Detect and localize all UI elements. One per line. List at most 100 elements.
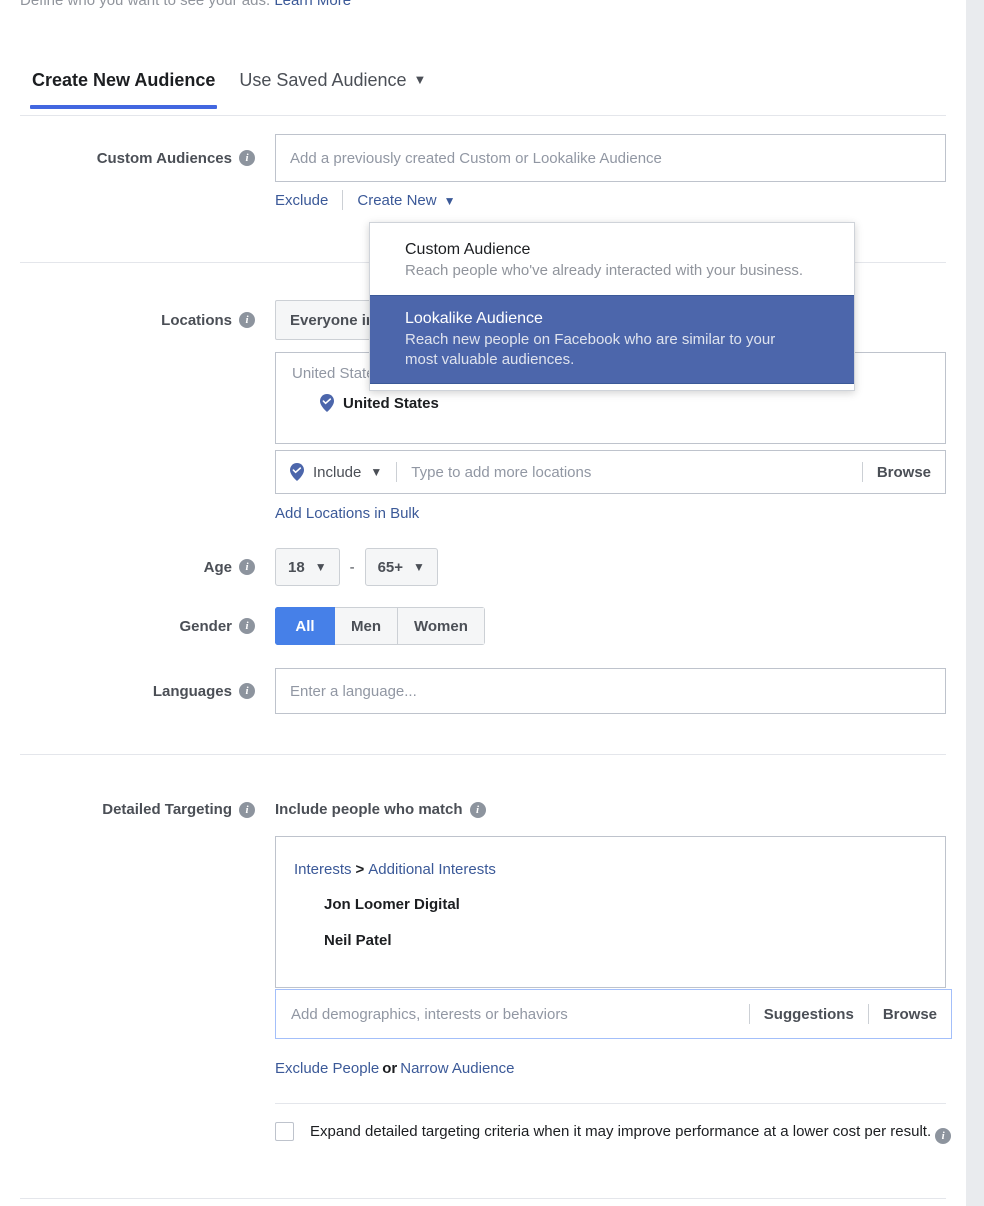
breadcrumb-separator: > [356,861,365,878]
audience-tabs: Create New Audience Use Saved Audience ▼ [20,62,946,116]
section-divider [20,754,946,755]
detailed-targeting-suggestions-button[interactable]: Suggestions [764,1006,854,1023]
chevron-down-icon: ▼ [370,465,382,479]
divider [862,462,863,482]
menu-item-custom-audience[interactable]: Custom Audience Reach people who've alre… [370,227,854,295]
detailed-targeting-label-text: Detailed Targeting [102,801,232,818]
panel-subtitle-text: Define who you want to see your ads. [20,0,270,9]
expand-targeting-description: Expand detailed targeting criteria when … [310,1120,951,1144]
gender-option-men[interactable]: Men [335,607,398,645]
divider [396,462,397,482]
gender-label-text: Gender [179,618,232,635]
links-conjunction: or [382,1060,397,1077]
age-min-value: 18 [288,559,305,576]
location-pin-icon [320,394,334,412]
section-divider [275,1103,946,1104]
detailed-targeting-search-row: Add demographics, interests or behaviors… [275,989,952,1039]
expand-targeting-row: Expand detailed targeting criteria when … [275,1120,955,1144]
info-icon[interactable]: i [239,559,255,575]
tab-use-saved-audience[interactable]: Use Saved Audience ▼ [227,62,438,109]
breadcrumb-interests[interactable]: Interests [294,861,352,878]
custom-audiences-label-text: Custom Audiences [97,150,232,167]
location-entry[interactable]: United States [292,394,929,412]
locations-include-selector[interactable]: Include ▼ [290,463,382,481]
gender-option-women-label: Women [414,618,468,635]
info-icon[interactable]: i [239,683,255,699]
gender-option-all-label: All [295,618,314,635]
create-new-audience-link[interactable]: Create New ▼ [357,192,455,209]
locations-search-input[interactable]: Type to add more locations [411,464,848,481]
age-label-text: Age [204,559,232,576]
menu-item-custom-audience-description: Reach people who've already interacted w… [405,261,805,281]
detailed-targeting-item[interactable]: Neil Patel [294,932,927,949]
custom-audiences-input[interactable]: Add a previously created Custom or Looka… [275,134,946,182]
chevron-down-icon: ▼ [444,194,456,208]
learn-more-link[interactable]: Learn More [274,0,351,9]
info-icon[interactable]: i [470,802,486,818]
menu-item-lookalike-audience-title: Lookalike Audience [405,310,834,328]
languages-row: Languages i Enter a language... [0,668,966,714]
detailed-targeting-label: Detailed Targeting i [0,801,255,818]
age-max-select[interactable]: 65+ ▼ [365,548,438,586]
languages-placeholder: Enter a language... [290,683,417,700]
menu-item-custom-audience-title: Custom Audience [405,241,834,259]
info-icon[interactable]: i [239,312,255,328]
age-label: Age i [0,548,255,586]
divider [342,190,343,210]
gender-row: Gender i All Men Women [0,607,966,645]
breadcrumb: Interests>Additional Interests [294,861,927,878]
custom-audiences-actions: Exclude Create New ▼ [275,190,455,210]
info-icon[interactable]: i [239,618,255,634]
languages-input[interactable]: Enter a language... [275,668,946,714]
breadcrumb-additional-interests[interactable]: Additional Interests [368,861,496,878]
location-entry-name: United States [343,395,439,412]
menu-item-lookalike-audience-description: Reach new people on Facebook who are sim… [405,330,805,370]
chevron-down-icon: ▼ [414,72,427,87]
chevron-down-icon: ▼ [315,560,327,574]
custom-audiences-row: Custom Audiences i Add a previously crea… [0,134,966,182]
gender-controls: All Men Women [275,607,485,645]
tab-create-new-audience[interactable]: Create New Audience [20,62,227,109]
custom-audiences-label: Custom Audiences i [0,134,255,182]
detailed-targeting-include-label: Include people who match [275,801,463,818]
age-row: Age i 18 ▼ - 65+ ▼ [0,548,966,586]
location-pin-icon [290,463,304,481]
create-new-audience-menu: Custom Audience Reach people who've alre… [369,222,855,391]
detailed-targeting-browse-button[interactable]: Browse [883,1006,937,1023]
detailed-targeting-selection-box: Interests>Additional Interests Jon Loome… [275,836,946,988]
detailed-targeting-item[interactable]: Jon Loomer Digital [294,896,927,913]
detailed-targeting-search-input[interactable]: Add demographics, interests or behaviors [291,1006,735,1023]
info-icon[interactable]: i [239,150,255,166]
locations-label-text: Locations [161,312,232,329]
locations-add-input-row: Include ▼ Type to add more locations Bro… [275,450,946,494]
age-range-separator: - [350,559,355,576]
gender-label: Gender i [0,607,255,645]
narrow-audience-link[interactable]: Narrow Audience [400,1060,514,1077]
tab-use-saved-audience-label: Use Saved Audience [239,70,406,90]
languages-label-text: Languages [153,683,232,700]
gender-option-all[interactable]: All [275,607,335,645]
divider [868,1004,869,1024]
exclude-audience-link[interactable]: Exclude [275,192,328,209]
section-divider [20,1198,946,1199]
panel-subtitle: Define who you want to see your ads. Lea… [20,0,351,9]
tab-create-new-audience-label: Create New Audience [32,70,215,90]
locations-browse-button[interactable]: Browse [877,464,931,481]
audience-targeting-panel: Define who you want to see your ads. Lea… [0,0,966,1206]
age-controls: 18 ▼ - 65+ ▼ [275,548,438,586]
add-locations-in-bulk-link[interactable]: Add Locations in Bulk [275,505,419,522]
create-new-audience-label: Create New [357,192,436,209]
age-min-select[interactable]: 18 ▼ [275,548,340,586]
menu-item-lookalike-audience[interactable]: Lookalike Audience Reach new people on F… [370,295,854,385]
info-icon[interactable]: i [935,1128,951,1144]
gender-option-women[interactable]: Women [398,607,485,645]
locations-label: Locations i [0,300,255,340]
languages-label: Languages i [0,668,255,714]
exclude-people-link[interactable]: Exclude People [275,1060,379,1077]
chevron-down-icon: ▼ [413,560,425,574]
locations-include-label: Include [313,464,361,481]
detailed-targeting-links: Exclude PeopleorNarrow Audience [275,1060,514,1077]
divider [749,1004,750,1024]
expand-targeting-checkbox[interactable] [275,1122,294,1141]
info-icon[interactable]: i [239,802,255,818]
